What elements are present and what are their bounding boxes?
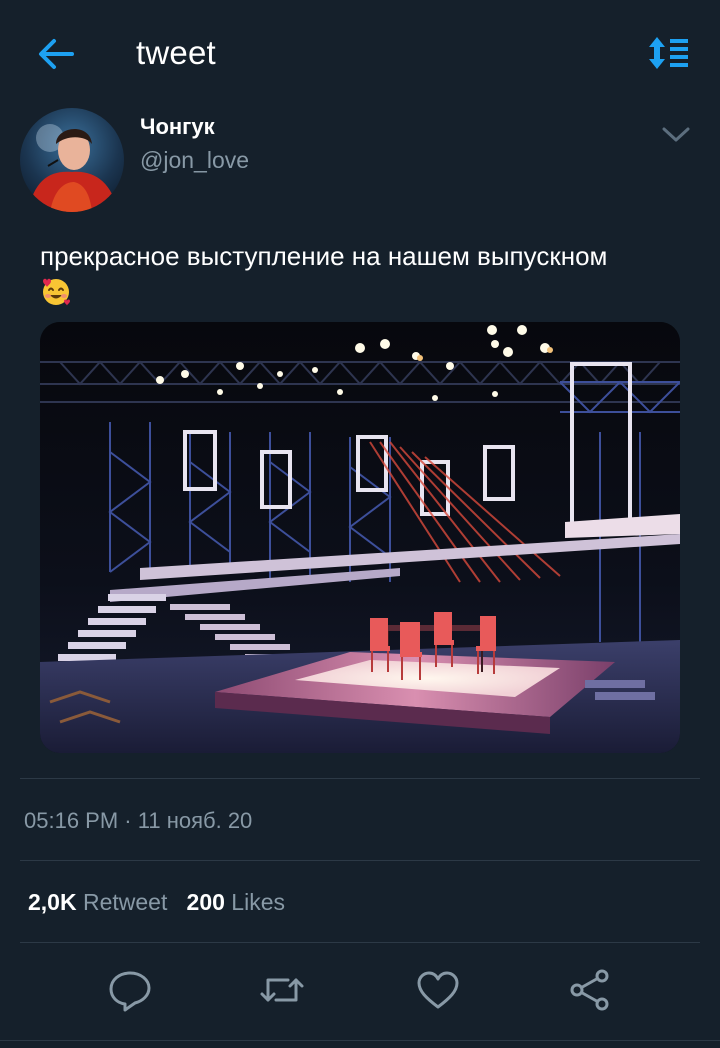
avatar[interactable] <box>20 108 124 212</box>
theatre-stage-photo-icon <box>40 322 680 753</box>
likes-stat[interactable]: 200 Likes <box>187 889 285 915</box>
smiling-face-with-hearts-icon <box>43 278 70 306</box>
sort-lines-icon <box>649 37 688 69</box>
likes-count: 200 <box>186 889 225 915</box>
divider <box>20 860 700 861</box>
like-icon <box>417 971 459 1009</box>
retweet-button[interactable] <box>258 966 306 1014</box>
divider <box>0 1040 720 1041</box>
top-bar: tweet <box>0 0 720 108</box>
share-button[interactable] <box>566 966 614 1014</box>
author-handle[interactable]: @jon_love <box>140 147 249 174</box>
divider <box>20 942 700 943</box>
more-options-button[interactable] <box>660 120 692 148</box>
tweet-timestamp: 05:16 PM · 11 нояб. 20 <box>24 808 252 834</box>
timestamp-date: 11 нояб. 20 <box>137 808 253 833</box>
tweet-body: прекрасное выступление на нашем выпускно… <box>40 240 690 307</box>
tweet-stats: 2,0K Retweet 200 Likes <box>28 889 285 916</box>
retweet-icon <box>260 978 304 1002</box>
divider <box>20 778 700 779</box>
profile-photo-icon <box>20 108 124 212</box>
retweets-stat[interactable]: 2,0K Retweet <box>28 889 174 915</box>
timestamp-time: 05:16 PM <box>24 808 119 833</box>
sort-button[interactable] <box>646 34 690 72</box>
back-button[interactable] <box>36 36 76 72</box>
like-button[interactable] <box>414 966 462 1014</box>
retweets-label: Retweet <box>82 889 168 915</box>
page-title: tweet <box>136 34 216 71</box>
tweet-media-image[interactable] <box>40 322 680 753</box>
chevron-down-icon <box>662 127 690 142</box>
reply-icon <box>109 971 151 1012</box>
arrow-left-icon <box>39 39 74 69</box>
retweets-count: 2,0K <box>28 889 77 915</box>
share-icon <box>570 969 609 1011</box>
author-name[interactable]: Чонгук <box>140 114 215 140</box>
tweet-text: прекрасное выступление на нашем выпускно… <box>40 241 608 271</box>
timestamp-separator: · <box>124 808 132 833</box>
reply-button[interactable] <box>106 966 154 1014</box>
likes-label: Likes <box>231 889 285 915</box>
